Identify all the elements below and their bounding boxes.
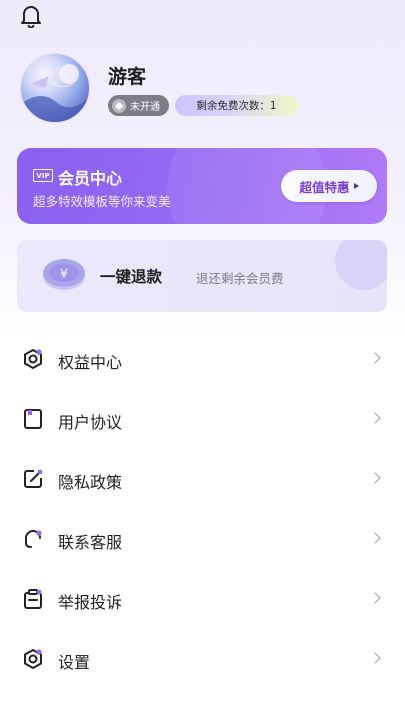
menu-label: 联系客服 bbox=[58, 533, 123, 552]
vip-title: 会员中心 bbox=[58, 169, 123, 188]
chevron-right-icon bbox=[369, 352, 381, 364]
menu-label: 举报投诉 bbox=[58, 593, 123, 612]
menu-label: 隐私政策 bbox=[58, 473, 123, 492]
menu-item-report-complaint[interactable]: 举报投诉 bbox=[0, 569, 405, 629]
document-icon bbox=[24, 409, 42, 429]
chevron-right-icon bbox=[369, 652, 381, 664]
vip-tag-icon: VIP bbox=[33, 169, 53, 182]
hexagon-icon bbox=[24, 349, 42, 369]
membership-status-text: 未开通 bbox=[130, 102, 160, 113]
refund-currency-symbol: ¥ bbox=[60, 267, 68, 281]
menu-item-benefits[interactable]: 权益中心 bbox=[0, 329, 405, 389]
special-offer-label: 超值特惠 bbox=[299, 179, 350, 195]
membership-status-badge: 未开通 bbox=[108, 95, 169, 116]
edit-icon bbox=[24, 469, 43, 488]
free-count-badge: 剩余免费次数：1 bbox=[175, 95, 298, 116]
chevron-right-icon bbox=[369, 472, 381, 484]
menu-label: 权益中心 bbox=[58, 353, 123, 372]
settings-icon bbox=[24, 649, 42, 669]
free-count-text: 剩余免费次数：1 bbox=[196, 100, 277, 112]
member-badge-icon bbox=[112, 98, 126, 113]
vip-subtitle: 超多特效模板等你来变美 bbox=[33, 194, 171, 209]
username: 游客 bbox=[108, 66, 147, 88]
chevron-right-icon bbox=[369, 532, 381, 544]
menu-label: 用户协议 bbox=[58, 413, 123, 432]
menu-item-user-agreement[interactable]: 用户协议 bbox=[0, 389, 405, 449]
menu-item-settings[interactable]: 设置 bbox=[0, 629, 405, 689]
headset-icon bbox=[25, 530, 42, 548]
vip-center-card[interactable]: VIP 会员中心 超多特效模板等你来变美 超值特惠 bbox=[17, 148, 387, 224]
one-click-refund-card[interactable]: ¥ 一键退款 退还剩余会员费 bbox=[17, 240, 387, 312]
play-arrow-icon bbox=[353, 183, 359, 189]
menu-label: 设置 bbox=[58, 653, 91, 672]
settings-menu: 权益中心 用户协议 隐私政策 联系客服 举报投诉 设置 bbox=[0, 329, 405, 689]
avatar[interactable] bbox=[20, 53, 90, 123]
chevron-right-icon bbox=[369, 412, 381, 424]
bell-icon[interactable] bbox=[20, 4, 42, 28]
avatar-image bbox=[21, 64, 89, 122]
refund-subtitle: 退还剩余会员费 bbox=[196, 271, 284, 286]
clipboard-icon bbox=[24, 589, 42, 609]
refund-title: 一键退款 bbox=[100, 268, 163, 286]
refund-coin-icon: ¥ bbox=[43, 259, 85, 290]
menu-item-privacy-policy[interactable]: 隐私政策 bbox=[0, 449, 405, 509]
menu-item-customer-service[interactable]: 联系客服 bbox=[0, 509, 405, 569]
special-offer-button[interactable]: 超值特惠 bbox=[281, 170, 377, 202]
chevron-right-icon bbox=[369, 592, 381, 604]
